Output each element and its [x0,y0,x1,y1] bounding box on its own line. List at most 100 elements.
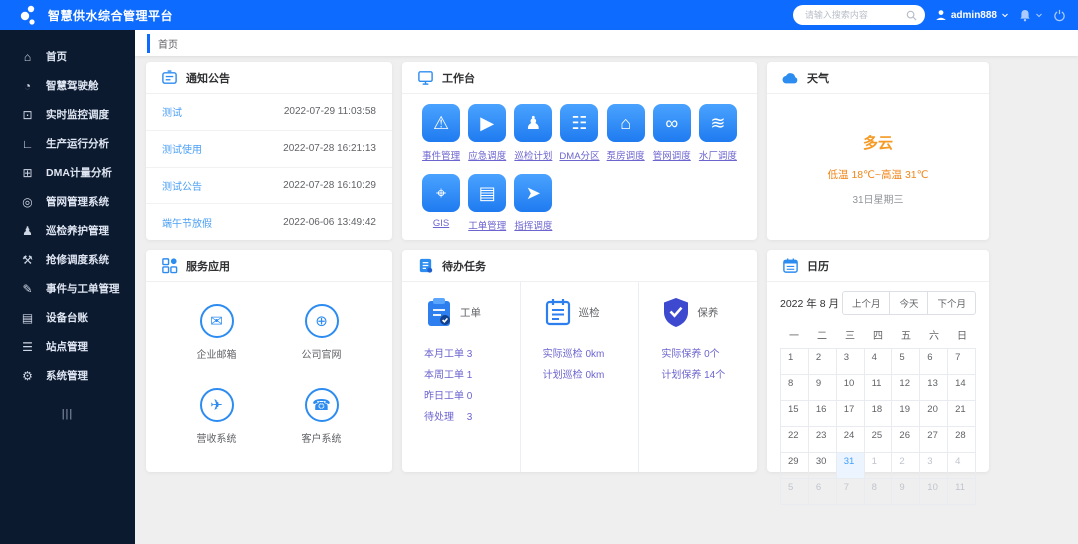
calendar-day[interactable]: 25 [864,427,893,453]
calendar-day[interactable]: 16 [808,401,837,427]
calendar-day-next-month[interactable]: 11 [948,479,976,505]
sidebar-item-dma-analysis[interactable]: ⊞ DMA计量分析 [0,158,135,187]
calendar-day[interactable]: 6 [920,349,949,375]
sidebar-item-monitoring[interactable]: ⊡ 实时监控调度 [0,100,135,129]
notice-title-link[interactable]: 测试公告 [162,178,202,193]
sidebar-item-event-workorder[interactable]: ✎ 事件与工单管理 [0,274,135,303]
workbench-app-water-plant-dispatch[interactable]: ≋ 水厂调度 [695,104,741,162]
notice-title-link[interactable]: 端午节放假 [162,215,212,230]
calendar-day[interactable]: 14 [948,375,976,401]
notice-row[interactable]: 测试使用 2022-07-28 16:21:13 [146,131,392,168]
calendar-day-next-month[interactable]: 8 [864,479,893,505]
service-app-customer-system[interactable]: ☎ 客户系统 [269,374,374,458]
search-icon[interactable] [906,10,917,21]
service-app-enterprise-mail[interactable]: ✉ 企业邮箱 [164,290,269,374]
todo-stat[interactable]: 昨日工单 0 [424,386,520,407]
notice-row[interactable]: 测试 2022-07-29 11:03:58 [146,94,392,131]
user-menu[interactable]: admin888 [935,9,1009,21]
workbench-app-pipe-dispatch[interactable]: ∞ 管网调度 [649,104,695,162]
power-logout-icon[interactable] [1053,9,1066,22]
calendar-day[interactable]: 19 [892,401,921,427]
partition-tree-icon: ☷ [560,104,599,142]
workbench-app-pump-house-dispatch[interactable]: ⌂ 泵房调度 [603,104,649,162]
calendar-weekday-row: 一 二 三 四 五 六 日 [789,331,967,342]
service-app-company-website[interactable]: ⊕ 公司官网 [269,290,374,374]
calendar-day[interactable]: 4 [864,349,893,375]
sidebar-item-system-management[interactable]: ⚙ 系统管理 [0,361,135,390]
calendar-day[interactable]: 5 [892,349,921,375]
today-button[interactable]: 今天 [889,291,929,315]
todo-stat[interactable]: 计划保养 14个 [661,365,757,386]
notice-title-link[interactable]: 测试使用 [162,141,202,156]
todo-stat[interactable]: 实际巡检 0km [543,344,639,365]
next-month-button[interactable]: 下个月 [927,291,976,315]
todo-stat[interactable]: 本周工单 1 [424,365,520,386]
notice-row[interactable]: 测试公告 2022-07-28 16:10:29 [146,168,392,205]
service-app-revenue-system[interactable]: ✈ 营收系统 [164,374,269,458]
sidebar-item-production-analysis[interactable]: ∟ 生产运行分析 [0,129,135,158]
calendar-day[interactable]: 22 [781,427,809,453]
calendar-day[interactable]: 30 [808,453,837,479]
calendar-day-next-month[interactable]: 7 [836,479,865,505]
weather-temperature-range: 低温 18℃~高温 31℃ [827,169,929,181]
workbench-app-gis[interactable]: ⌖ GIS [418,174,464,232]
calendar-day[interactable]: 21 [948,401,976,427]
calendar-day[interactable]: 7 [948,349,976,375]
sidebar-item-equipment-ledger[interactable]: ▤ 设备台账 [0,303,135,332]
calendar-day[interactable]: 10 [836,375,865,401]
calendar-day-today[interactable]: 31 [836,453,865,479]
calendar-day[interactable]: 23 [808,427,837,453]
workbench-app-inspection-plan[interactable]: ♟ 巡检计划 [510,104,556,162]
workbench-app-event-management[interactable]: ⚠ 事件管理 [418,104,464,162]
calendar-day[interactable]: 2 [808,349,837,375]
calendar-day[interactable]: 15 [781,401,809,427]
calendar-day[interactable]: 9 [808,375,837,401]
calendar-day-next-month[interactable]: 5 [781,479,809,505]
chevron-down-icon [1002,13,1008,18]
todo-stat[interactable]: 实际保养 0个 [661,344,757,365]
workbench-app-command-dispatch[interactable]: ➤ 指挥调度 [510,174,556,232]
calendar-day-next-month[interactable]: 6 [808,479,837,505]
calendar-day[interactable]: 24 [836,427,865,453]
calendar-day[interactable]: 27 [920,427,949,453]
todo-stat[interactable]: 待处理 3 [424,407,520,428]
notice-row[interactable]: 端午节放假 2022-06-06 13:49:42 [146,204,392,240]
calendar-day[interactable]: 1 [781,349,809,375]
calendar-day[interactable]: 8 [781,375,809,401]
notifications-menu[interactable] [1019,9,1043,22]
sidebar-collapse-handle[interactable]: ||| [0,408,135,420]
notice-title-link[interactable]: 测试 [162,104,182,119]
calendar-day[interactable]: 12 [892,375,921,401]
sidebar-item-repair-dispatch[interactable]: ⚒ 抢修调度系统 [0,245,135,274]
calendar-day[interactable]: 26 [892,427,921,453]
sidebar-item-patrol-maintenance[interactable]: ♟ 巡检养护管理 [0,216,135,245]
sidebar-item-cockpit[interactable]: ◔ 智慧驾驶舱 [0,71,135,100]
calendar-day-next-month[interactable]: 2 [892,453,921,479]
global-search[interactable] [792,5,925,25]
workbench-app-work-order[interactable]: ▤ 工单管理 [464,174,510,232]
calendar-day[interactable]: 20 [920,401,949,427]
calendar-day[interactable]: 17 [836,401,865,427]
workbench-app-emergency-dispatch[interactable]: ▶ 应急调度 [464,104,510,162]
workbench-app-dma-partition[interactable]: ☷ DMA分区 [556,104,602,162]
calendar-day-next-month[interactable]: 9 [892,479,921,505]
sidebar-item-pipe-network[interactable]: ◎ 管网管理系统 [0,187,135,216]
calendar-day[interactable]: 11 [864,375,893,401]
breadcrumb[interactable]: 首页 [147,33,186,53]
notice-timestamp: 2022-07-28 16:10:29 [283,179,376,191]
calendar-day-next-month[interactable]: 3 [920,453,949,479]
sidebar-item-home[interactable]: ⌂ 首页 [0,42,135,71]
calendar-day[interactable]: 3 [836,349,865,375]
calendar-day-next-month[interactable]: 10 [920,479,949,505]
calendar-day[interactable]: 28 [948,427,976,453]
calendar-day[interactable]: 13 [920,375,949,401]
todo-stat[interactable]: 计划巡检 0km [543,365,639,386]
prev-month-button[interactable]: 上个月 [841,291,891,315]
calendar-day-next-month[interactable]: 4 [948,453,976,479]
calendar-day-next-month[interactable]: 1 [864,453,893,479]
sidebar-item-station-management[interactable]: ☰ 站点管理 [0,332,135,361]
calendar-day[interactable]: 29 [781,453,809,479]
search-input[interactable] [804,10,906,20]
calendar-day[interactable]: 18 [864,401,893,427]
todo-stat[interactable]: 本月工单 3 [424,344,520,365]
